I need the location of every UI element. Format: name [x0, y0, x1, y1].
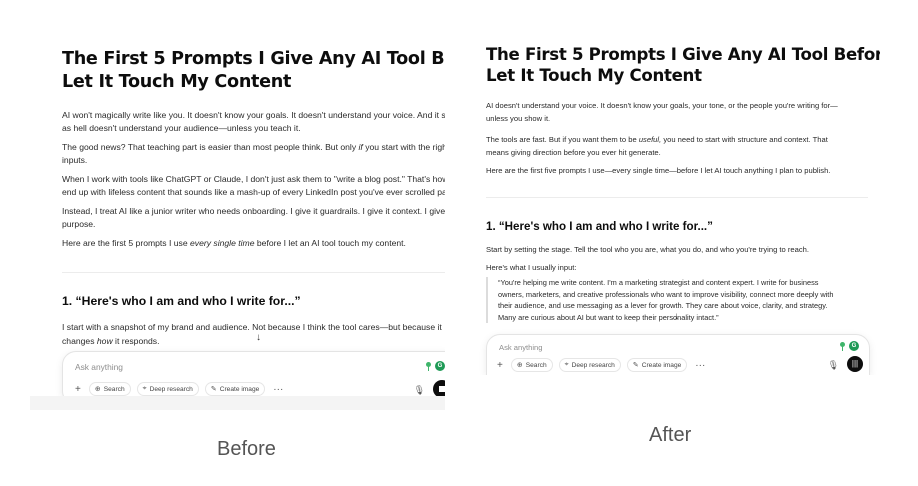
- paragraph-line: unless you show it.: [486, 114, 551, 123]
- paragraph-line: The tools are fast. But if you want them…: [486, 135, 828, 144]
- quote-line: their audience, and use messaging as a l…: [498, 301, 828, 311]
- deep-research-button[interactable]: ⌖ Deep research: [558, 358, 621, 372]
- search-button[interactable]: ⊕ Search: [510, 358, 553, 372]
- paragraph-line: The good news? That teaching part is eas…: [62, 142, 445, 152]
- paragraph-line: changes how it responds.: [62, 336, 160, 346]
- stop-icon: [439, 386, 445, 392]
- caption-before: Before: [217, 438, 276, 460]
- title-line-2: Let It Touch My Content: [486, 66, 702, 85]
- article-title: The First 5 Prompts I Give Any AI Tool B…: [62, 48, 445, 94]
- telescope-icon: ⌖: [142, 385, 147, 392]
- pin-icon: [839, 341, 846, 351]
- extension-icons: G: [425, 361, 445, 371]
- add-attachment-button[interactable]: +: [495, 360, 505, 371]
- globe-icon: ⊕: [94, 386, 101, 393]
- search-button[interactable]: ⊕ Search: [88, 382, 131, 396]
- globe-icon: ⊕: [516, 362, 523, 369]
- add-attachment-button[interactable]: +: [73, 384, 83, 395]
- after-screenshot: The First 5 Prompts I Give Any AI Tool B…: [470, 40, 880, 375]
- section-divider: [486, 197, 868, 198]
- paragraph-line: Here are the first five prompts I use—ev…: [486, 166, 831, 175]
- create-image-button[interactable]: ✎ Create image: [626, 358, 688, 372]
- chat-input[interactable]: Ask anything: [499, 343, 542, 352]
- chat-input[interactable]: Ask anything: [75, 362, 123, 372]
- paragraph-line: Start by setting the stage. Tell the too…: [486, 245, 809, 254]
- chat-toolbar: + ⊕ Search ⌖ Deep research ✎ Create image ·…: [73, 382, 285, 396]
- paragraph-line: AI doesn't understand your voice. It doe…: [486, 101, 838, 110]
- scroll-down-arrow-icon[interactable]: ↓: [256, 332, 261, 343]
- section-heading: 1. “Here's who I am and who I write for.…: [62, 294, 301, 308]
- paragraph-line: When I work with tools like ChatGPT or C…: [62, 174, 445, 184]
- title-line-1: The First 5 Prompts I Give Any AI Tool B…: [62, 49, 445, 69]
- quote-line: Many are curious about AI but want to ke…: [498, 312, 719, 322]
- microphone-icon[interactable]: 🎙: [414, 385, 425, 396]
- grammarly-icon[interactable]: G: [849, 341, 859, 351]
- paragraph-line: I start with a snapshot of my brand and …: [62, 322, 442, 332]
- paragraph-line: as hell doesn't understand your audience…: [62, 123, 301, 133]
- more-tools-button[interactable]: ···: [271, 384, 285, 395]
- section-heading: 1. “Here's who I am and who I write for.…: [486, 220, 713, 233]
- article-title: The First 5 Prompts I Give Any AI Tool B…: [486, 44, 880, 86]
- scroll-down-arrow-icon[interactable]: ↓: [674, 311, 679, 322]
- caption-after: After: [649, 424, 692, 446]
- microphone-icon[interactable]: 🎙: [828, 360, 839, 371]
- deep-research-button[interactable]: ⌖ Deep research: [136, 382, 199, 396]
- extension-icons: G: [839, 341, 859, 351]
- paragraph-line: Instead, I treat AI like a junior writer…: [62, 206, 445, 216]
- voice-wave-icon: |||: [851, 359, 859, 368]
- create-image-button[interactable]: ✎ Create image: [204, 382, 266, 396]
- pin-icon: [425, 361, 432, 371]
- paragraph-line: Here's what I usually input:: [486, 263, 577, 272]
- prompt-quote: “You're helping me write content. I'm a …: [486, 277, 876, 324]
- section-divider: [62, 272, 445, 273]
- telescope-icon: ⌖: [564, 361, 569, 368]
- paragraph-line: end up with lifeless content that sounds…: [62, 187, 445, 197]
- title-line-2: Let It Touch My Content: [62, 72, 292, 92]
- voice-mode-button[interactable]: |||: [847, 356, 863, 372]
- chat-toolbar: + ⊕ Search ⌖ Deep research ✎ Create image ·…: [495, 358, 707, 372]
- chat-composer[interactable]: Ask anything G + ⊕ Search ⌖ Deep research …: [486, 334, 870, 375]
- image-brush-icon: ✎: [210, 386, 217, 393]
- paragraph-line: Here are the first 5 prompts I use every…: [62, 238, 406, 248]
- image-brush-icon: ✎: [632, 362, 639, 369]
- paragraph-line: means giving direction before you ever h…: [486, 148, 661, 157]
- quote-line: “You're helping me write content. I'm a …: [498, 278, 819, 287]
- quote-line: owners, marketers, and creative professi…: [498, 289, 834, 299]
- bottom-fade: [30, 396, 445, 410]
- before-screenshot: The First 5 Prompts I Give Any AI Tool B…: [30, 38, 445, 410]
- more-tools-button[interactable]: ···: [693, 360, 707, 371]
- title-line-1: The First 5 Prompts I Give Any AI Tool B…: [486, 45, 880, 64]
- paragraph-line: inputs.: [62, 155, 88, 165]
- grammarly-icon[interactable]: G: [435, 361, 445, 371]
- paragraph-line: AI won't magically write like you. It do…: [62, 110, 445, 120]
- paragraph-line: purpose.: [62, 219, 96, 229]
